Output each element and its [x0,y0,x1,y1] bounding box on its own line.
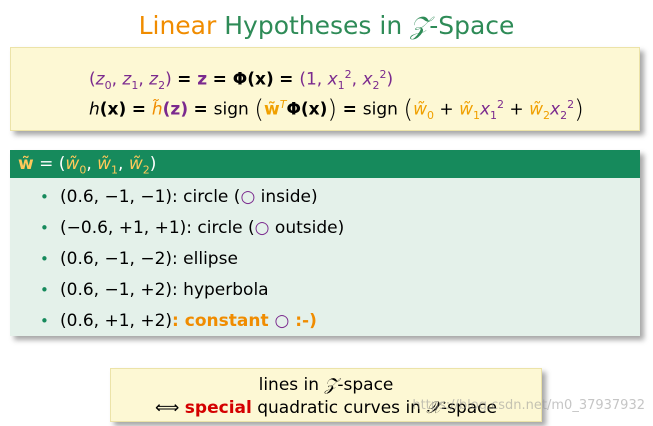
constant-label: : constant [172,311,275,331]
list-item: • (0.6, −1, +2): hyperbola [40,275,640,306]
note-box: lines in 𝒵-space ⟺ special quadratic cur… [110,368,542,422]
iff-icon: ⟺ [155,398,180,418]
panel-header: w̃ = (w̃0, w̃1, w̃2) [10,150,640,178]
watermark: https://blog.csdn.net/m0_37937932 [412,398,645,413]
weights-panel: w̃ = (w̃0, w̃1, w̃2) • (0.6, −1, −1): cir… [10,150,640,336]
circle-marker-icon: ○ [254,218,270,238]
slide-title: Linear Hypotheses in 𝒵-Space [0,6,653,46]
title-linear: Linear [138,11,217,40]
note-line-1: lines in 𝒵-space [258,375,394,395]
formula-box: (z0, z1, z2) = z = Φ(x) = (1, x12, x22) … [10,47,640,131]
special-label: special [184,398,252,418]
circle-marker-icon: ○ [240,187,256,207]
list-item: • (0.6, −1, −2): ellipse [40,244,640,275]
bullet-icon: • [40,250,49,268]
formula-line-transform: (z0, z1, z2) = z = Φ(x) = (1, x12, x22) [89,68,394,93]
weight-examples-list: • (0.6, −1, −1): circle (○ inside) • (−0.6… [10,178,640,337]
bullet-icon: • [40,281,49,299]
title-space: -Space [429,11,515,40]
title-z-symbol: 𝒵 [410,11,430,40]
z-space-symbol: 𝒵 [324,375,338,395]
bullet-icon: • [40,312,49,330]
list-item: • (0.6, +1, +2): constant ○ :-) [40,306,640,337]
title-hypotheses: Hypotheses in [224,11,403,40]
list-item: • (−0.6, +1, +1): circle (○ outside) [40,213,640,244]
list-item: • (0.6, −1, −1): circle (○ inside) [40,182,640,213]
bullet-icon: • [40,219,49,237]
circle-marker-icon: ○ [274,311,290,331]
bullet-icon: • [40,188,49,206]
formula-line-hypothesis: h(x) = h̃(z) = sign (w̃TΦ(x)) = sign (w̃… [89,94,584,124]
